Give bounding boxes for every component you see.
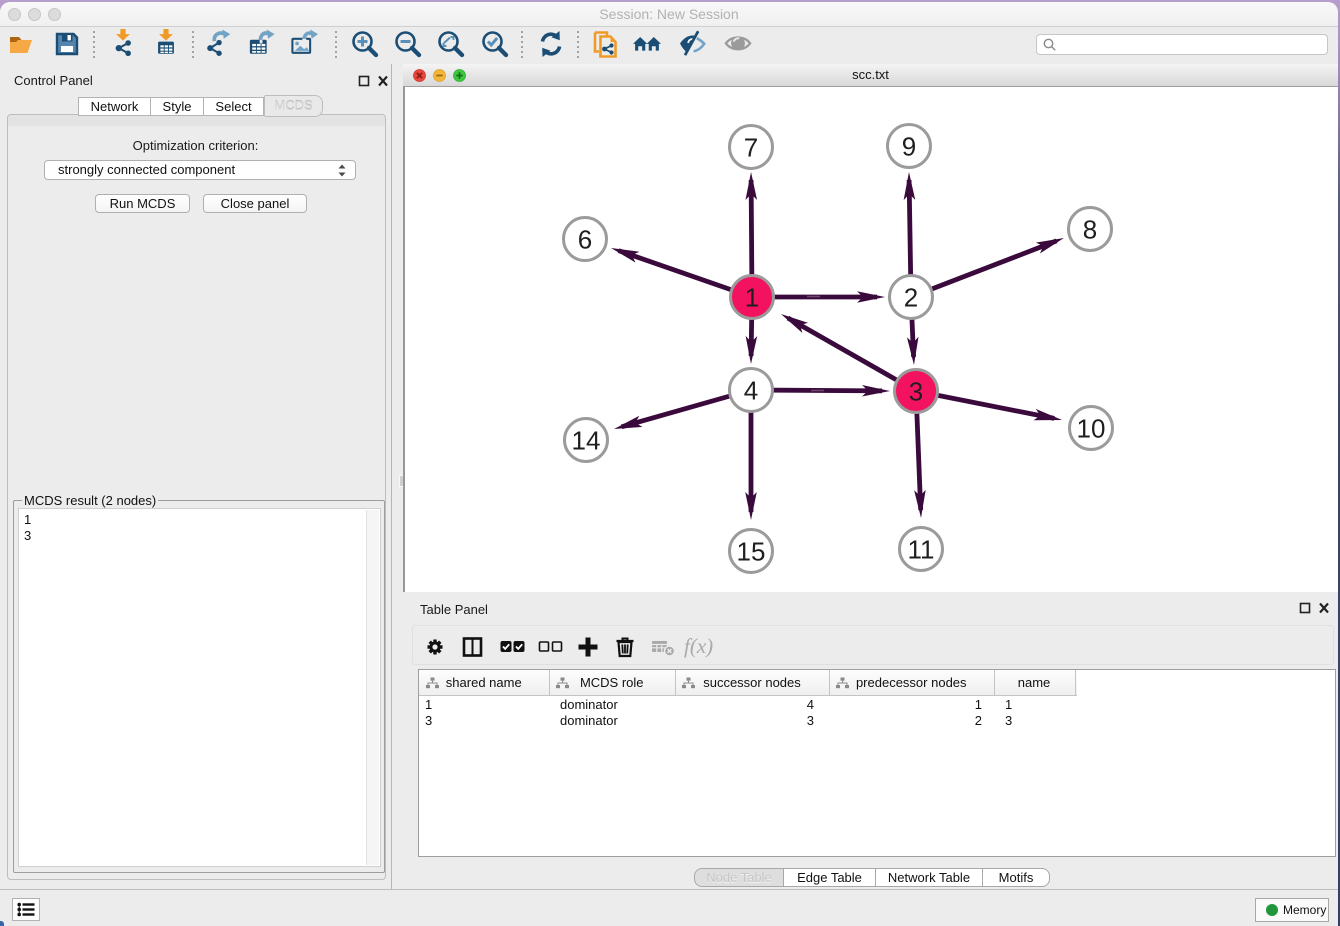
- svg-text:15: 15: [737, 537, 766, 567]
- svg-text:1: 1: [745, 283, 759, 313]
- svg-text:9: 9: [902, 132, 916, 162]
- svg-text:8: 8: [1083, 215, 1097, 245]
- svg-text:11: 11: [908, 535, 935, 565]
- svg-text:7: 7: [744, 133, 758, 163]
- svg-text:6: 6: [578, 225, 592, 255]
- svg-text:2: 2: [904, 283, 918, 313]
- svg-text:f(x): f(x): [684, 635, 713, 658]
- svg-text:10: 10: [1077, 414, 1106, 444]
- svg-text:14: 14: [572, 426, 601, 456]
- svg-text:3: 3: [909, 377, 923, 407]
- svg-text:4: 4: [744, 376, 758, 406]
